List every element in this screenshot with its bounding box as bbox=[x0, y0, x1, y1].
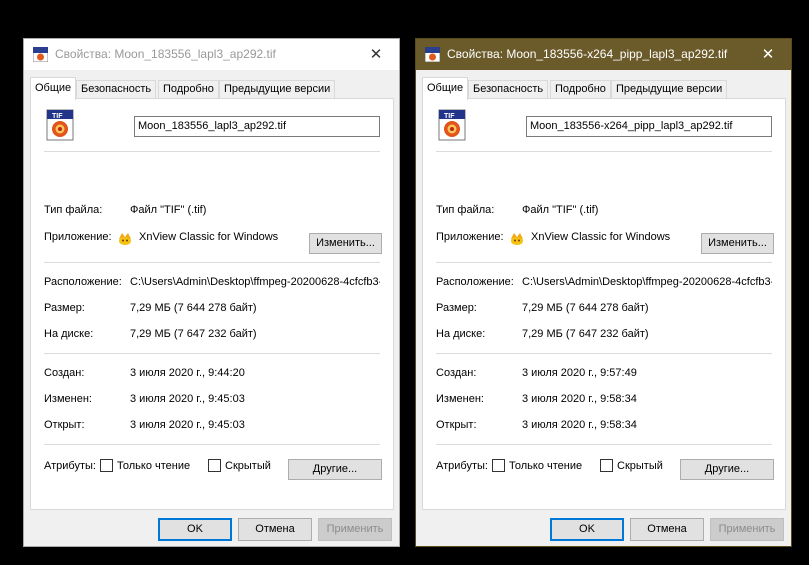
location-label: Расположение: bbox=[44, 276, 122, 288]
modified-label: Изменен: bbox=[44, 393, 92, 405]
advanced-attributes-button[interactable]: Другие... bbox=[288, 459, 382, 480]
modified-label: Изменен: bbox=[436, 393, 484, 405]
close-icon[interactable]: ✕ bbox=[353, 39, 399, 70]
xnview-app-icon bbox=[511, 233, 523, 245]
separator bbox=[44, 444, 380, 445]
tab-previous-versions[interactable]: Предыдущие версии bbox=[611, 80, 728, 99]
size-on-disk-label: На диске: bbox=[44, 328, 94, 340]
size-value: 7,29 МБ (7 644 278 байт) bbox=[522, 302, 649, 314]
ok-button[interactable]: OK bbox=[550, 518, 624, 541]
title-bar[interactable]: Свойства: Moon_183556_lapl3_ap292.tif ✕ bbox=[24, 39, 399, 70]
size-label: Размер: bbox=[436, 302, 477, 314]
accessed-value: 3 июля 2020 г., 9:58:34 bbox=[522, 419, 637, 431]
hidden-label[interactable]: Скрытый bbox=[225, 460, 271, 472]
readonly-label[interactable]: Только чтение bbox=[509, 460, 582, 472]
separator bbox=[436, 444, 772, 445]
separator bbox=[436, 353, 772, 354]
location-value: C:\Users\Admin\Desktop\ffmpeg-20200628-4… bbox=[130, 276, 380, 288]
ok-button[interactable]: OK bbox=[158, 518, 232, 541]
properties-dialog-right: Свойства: Moon_183556-x264_pipp_lapl3_ap… bbox=[415, 38, 792, 547]
tab-general[interactable]: Общие bbox=[422, 77, 469, 100]
application-label: Приложение: bbox=[44, 231, 112, 243]
hidden-checkbox[interactable] bbox=[208, 459, 221, 472]
apply-button: Применить bbox=[710, 518, 784, 541]
location-value: C:\Users\Admin\Desktop\ffmpeg-20200628-4… bbox=[522, 276, 772, 288]
general-tab-panel: TIF Moon_183556_lapl3_ap292.tif Тип файл… bbox=[30, 98, 394, 510]
separator bbox=[44, 151, 380, 152]
application-name: XnView Classic for Windows bbox=[139, 231, 279, 243]
modified-value: 3 июля 2020 г., 9:45:03 bbox=[130, 393, 245, 405]
tab-general[interactable]: Общие bbox=[30, 77, 77, 100]
change-app-button[interactable]: Изменить... bbox=[701, 233, 774, 254]
hidden-label[interactable]: Скрытый bbox=[617, 460, 663, 472]
separator bbox=[436, 262, 772, 263]
file-type-label: Тип файла: bbox=[44, 204, 103, 216]
separator bbox=[44, 353, 380, 354]
filename-field[interactable]: Moon_183556_lapl3_ap292.tif bbox=[134, 116, 380, 137]
tab-previous-versions[interactable]: Предыдущие версии bbox=[219, 80, 336, 99]
change-app-button[interactable]: Изменить... bbox=[309, 233, 382, 254]
size-on-disk-value: 7,29 МБ (7 647 232 байт) bbox=[130, 328, 257, 340]
close-icon[interactable]: ✕ bbox=[745, 39, 791, 70]
tif-file-icon bbox=[425, 47, 440, 62]
dialog-title: Свойства: Moon_183556_lapl3_ap292.tif bbox=[55, 47, 276, 61]
svg-text:TIF: TIF bbox=[52, 113, 63, 120]
apply-button: Применить bbox=[318, 518, 392, 541]
accessed-label: Открыт: bbox=[436, 419, 477, 431]
separator bbox=[436, 151, 772, 152]
size-value: 7,29 МБ (7 644 278 байт) bbox=[130, 302, 257, 314]
title-bar[interactable]: Свойства: Moon_183556-x264_pipp_lapl3_ap… bbox=[416, 39, 791, 70]
cancel-button[interactable]: Отмена bbox=[238, 518, 312, 541]
tif-file-icon bbox=[33, 47, 48, 62]
separator bbox=[44, 262, 380, 263]
application-label: Приложение: bbox=[436, 231, 504, 243]
tif-file-icon: TIF bbox=[438, 109, 466, 141]
size-on-disk-value: 7,29 МБ (7 647 232 байт) bbox=[522, 328, 649, 340]
size-label: Размер: bbox=[44, 302, 85, 314]
application-name: XnView Classic for Windows bbox=[531, 231, 671, 243]
attributes-label: Атрибуты: bbox=[44, 460, 96, 472]
advanced-attributes-button[interactable]: Другие... bbox=[680, 459, 774, 480]
tab-details[interactable]: Подробно bbox=[550, 80, 611, 99]
dialog-title: Свойства: Moon_183556-x264_pipp_lapl3_ap… bbox=[447, 47, 728, 61]
tab-security[interactable]: Безопасность bbox=[468, 80, 549, 99]
tif-file-icon: TIF bbox=[46, 109, 74, 141]
general-tab-panel: TIF Moon_183556-x264_pipp_lapl3_ap292.ti… bbox=[422, 98, 786, 510]
svg-text:TIF: TIF bbox=[444, 113, 455, 120]
created-value: 3 июля 2020 г., 9:57:49 bbox=[522, 367, 637, 379]
tab-details[interactable]: Подробно bbox=[158, 80, 219, 99]
properties-dialog-left: Свойства: Moon_183556_lapl3_ap292.tif ✕ … bbox=[23, 38, 400, 547]
attributes-label: Атрибуты: bbox=[436, 460, 488, 472]
file-type-value: Файл "TIF" (.tif) bbox=[522, 204, 599, 216]
accessed-value: 3 июля 2020 г., 9:45:03 bbox=[130, 419, 245, 431]
created-label: Создан: bbox=[436, 367, 477, 379]
accessed-label: Открыт: bbox=[44, 419, 85, 431]
readonly-checkbox[interactable] bbox=[100, 459, 113, 472]
hidden-checkbox[interactable] bbox=[600, 459, 613, 472]
created-value: 3 июля 2020 г., 9:44:20 bbox=[130, 367, 245, 379]
modified-value: 3 июля 2020 г., 9:58:34 bbox=[522, 393, 637, 405]
location-label: Расположение: bbox=[436, 276, 514, 288]
readonly-checkbox[interactable] bbox=[492, 459, 505, 472]
xnview-app-icon bbox=[119, 233, 131, 245]
filename-field[interactable]: Moon_183556-x264_pipp_lapl3_ap292.tif bbox=[526, 116, 772, 137]
readonly-label[interactable]: Только чтение bbox=[117, 460, 190, 472]
cancel-button[interactable]: Отмена bbox=[630, 518, 704, 541]
size-on-disk-label: На диске: bbox=[436, 328, 486, 340]
file-type-label: Тип файла: bbox=[436, 204, 495, 216]
created-label: Создан: bbox=[44, 367, 85, 379]
tab-security[interactable]: Безопасность bbox=[76, 80, 157, 99]
file-type-value: Файл "TIF" (.tif) bbox=[130, 204, 207, 216]
